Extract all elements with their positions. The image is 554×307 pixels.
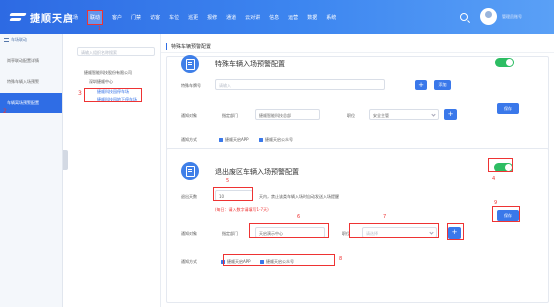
target-dept-input[interactable]: 捷顺智能科技总部 xyxy=(255,109,320,120)
section1-enable-toggle[interactable] xyxy=(495,58,514,67)
annotation-marker-3: 3 xyxy=(78,90,82,97)
notify-label: 通知方式 xyxy=(181,259,197,264)
logo-icon xyxy=(10,12,27,22)
annotation-marker-8: 8 xyxy=(339,256,343,262)
checkbox-checked-icon xyxy=(219,138,223,142)
annotation-marker-5: 5 xyxy=(226,178,230,184)
annotation-box-save xyxy=(492,206,520,222)
sidebar-header[interactable]: 车场联动 xyxy=(0,34,62,45)
nav-item-customer[interactable]: 客户 xyxy=(112,14,122,21)
user-area: 管理员账号 xyxy=(460,8,542,25)
notify-label: 通知方式 xyxy=(181,137,197,142)
tree-node-root[interactable]: 捷顺智能科技股份有限公司 xyxy=(84,70,132,76)
annotation-marker-2: 2 xyxy=(3,108,7,115)
chevron-down-icon xyxy=(431,112,436,117)
document-icon xyxy=(181,55,199,73)
target-type: 指定部门 xyxy=(222,231,238,236)
target-label: 通知对象 xyxy=(181,231,197,236)
annotation-marker-7: 7 xyxy=(383,214,387,220)
nav-item-info[interactable]: 信息 xyxy=(269,14,279,21)
tree-search-input[interactable]: 请输入组织名称搜索 xyxy=(77,47,155,56)
nav-item-linkage[interactable]: 联动 xyxy=(87,9,104,25)
nav-item-space[interactable]: 车位 xyxy=(169,14,179,21)
days-label: 退出天数 xyxy=(181,194,197,199)
nav-item-visitor[interactable]: 访客 xyxy=(150,14,160,21)
nav-item-patrol[interactable]: 巡更 xyxy=(188,14,198,21)
annotation-box-add xyxy=(447,223,464,240)
section1-save-button[interactable]: 保存 xyxy=(497,103,519,114)
notify-wechat-label: 捷顺天启公众号 xyxy=(265,137,293,142)
notify-app-label: 捷顺天启APP xyxy=(225,137,249,142)
annotation-marker-1: 1 xyxy=(98,26,102,32)
notify-app-checkbox[interactable]: 捷顺天启APP xyxy=(219,137,249,143)
user-name[interactable]: 管理员账号 xyxy=(502,14,542,20)
tree-node-center[interactable]: 深圳捷顺中心 xyxy=(89,79,113,85)
sidebar-header-label: 车场联动 xyxy=(11,36,27,42)
plate-label: 特殊车牌号 xyxy=(181,83,201,88)
nav-item-access[interactable]: 门禁 xyxy=(131,14,141,21)
section1-title: 特殊车辆入场预警配置 xyxy=(215,60,285,68)
position-select[interactable]: 安全主管 xyxy=(369,109,439,120)
position-add-button[interactable]: + xyxy=(444,109,457,120)
plate-input[interactable]: 请输入 xyxy=(215,79,385,90)
annotation-box-position xyxy=(349,223,439,238)
days-suffix: 天内，禁止该类车辆入场时自动发送入场提醒 xyxy=(259,194,339,199)
annotation-box-toggle xyxy=(488,158,513,172)
org-tree-panel: 请输入组织名称搜索 捷顺智能科技股份有限公司 深圳捷顺中心 捷顺科技园停车场 捷… xyxy=(69,34,161,307)
target-label: 通知对象 xyxy=(181,113,197,118)
target-type: 指定部门 xyxy=(222,113,238,118)
main-content: 特殊车辆预警配置 特殊车辆入场预警配置 特殊车牌号 请输入 + 添加 通知对象 … xyxy=(161,34,554,307)
avatar[interactable] xyxy=(480,8,497,25)
menu-icon xyxy=(4,37,9,42)
top-nav-bar: 捷顺天启 车场 联动 客户 门禁 访客 车位 巡更 报修 通道 云对讲 信息 运… xyxy=(0,0,554,34)
nav-item-channel[interactable]: 通道 xyxy=(226,14,236,21)
sidebar-item-leave-warning[interactable]: 车辆离场预警配置 xyxy=(0,93,62,113)
nav-item-system[interactable]: 系统 xyxy=(326,14,336,21)
tree-selection-highlight xyxy=(84,88,142,102)
sidebar-item-booth-config[interactable]: 岗亭联动配置详情 xyxy=(0,51,62,71)
nav-item-data[interactable]: 数据 xyxy=(307,14,317,21)
page-title: 特殊车辆预警配置 xyxy=(166,43,211,50)
sidebar-item-special-vehicle[interactable]: 特殊车辆入场预警 xyxy=(0,72,62,92)
search-icon[interactable] xyxy=(460,12,468,21)
main-nav: 车场 联动 客户 门禁 访客 车位 巡更 报修 通道 云对讲 信息 运营 数据 … xyxy=(68,0,345,34)
notify-wechat-checkbox[interactable]: 捷顺天启公众号 xyxy=(259,137,293,143)
app-logo[interactable]: 捷顺天启 xyxy=(10,9,74,25)
annotation-marker-4: 4 xyxy=(492,176,496,182)
annotation-box-days xyxy=(213,187,253,201)
annotation-box-notify xyxy=(223,254,335,266)
sidebar: 车场联动 岗亭联动配置详情 特殊车辆入场预警 车辆离场预警配置 xyxy=(0,34,63,307)
checkbox-checked-icon xyxy=(259,138,263,142)
annotation-marker-9: 9 xyxy=(494,200,498,206)
plate-add-button[interactable]: 添加 xyxy=(434,80,451,90)
position-label: 职位 xyxy=(347,113,355,118)
sidebar-collapse-handle[interactable] xyxy=(63,150,68,170)
plate-add-icon[interactable]: + xyxy=(415,80,427,90)
nav-item-repair[interactable]: 报修 xyxy=(207,14,217,21)
section2-title: 退出废区车辆入场预警配置 xyxy=(215,168,299,176)
annotation-box-dept xyxy=(249,223,329,238)
nav-item-operation[interactable]: 运营 xyxy=(288,14,298,21)
annotation-marker-6: 6 xyxy=(297,214,301,220)
document-icon xyxy=(181,162,199,180)
title-divider xyxy=(161,52,554,53)
nav-item-parking[interactable]: 车场 xyxy=(68,14,78,21)
position-select-value: 安全主管 xyxy=(373,112,389,118)
special-vehicle-card: 特殊车辆入场预警配置 特殊车牌号 请输入 + 添加 通知对象 指定部门 捷顺智能… xyxy=(166,55,549,162)
days-hint: (每日：请入数字请填写1-7天) xyxy=(215,207,269,212)
nav-item-intercom[interactable]: 云对讲 xyxy=(245,14,260,21)
